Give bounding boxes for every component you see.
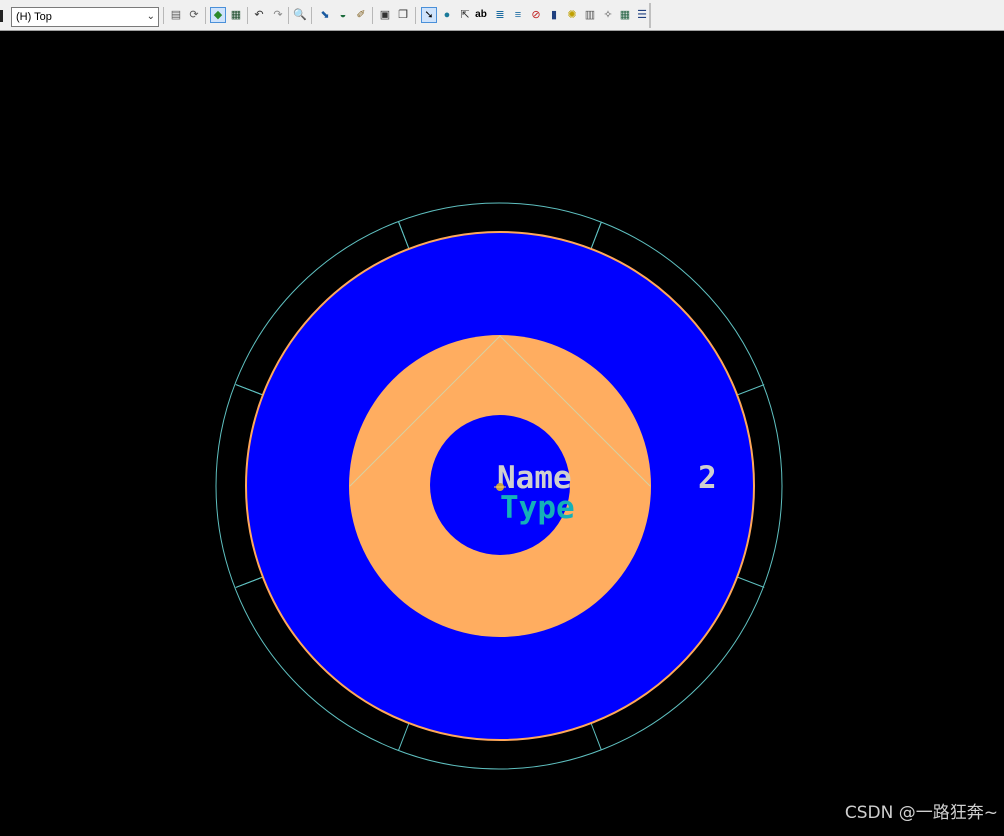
- clearance-tick: [398, 722, 410, 751]
- refresh-icon[interactable]: ⟳: [186, 7, 202, 23]
- layer-stack-icon[interactable]: ≣: [492, 7, 508, 23]
- clearance-tick: [590, 722, 602, 751]
- undo-icon[interactable]: ↶: [251, 7, 267, 23]
- layer-properties-icon[interactable]: ▤: [168, 7, 184, 23]
- burst-icon[interactable]: ✺: [564, 7, 580, 23]
- board-view-icon[interactable]: ▦: [228, 7, 244, 23]
- select-arrow-icon[interactable]: ➘: [421, 7, 437, 23]
- route-icon[interactable]: ⬊: [317, 7, 333, 23]
- watermark: CSDN @一路狂奔~: [844, 803, 998, 823]
- toolbar-separator: [372, 7, 373, 24]
- toolbar-end-divider: [649, 3, 651, 28]
- clearance-tick: [235, 576, 264, 588]
- toolbar-separator: [311, 7, 312, 24]
- no-icon[interactable]: ⊘: [528, 7, 544, 23]
- pad-type-label: Type: [500, 490, 575, 526]
- clearance-tick: [235, 384, 264, 396]
- chevron-down-icon[interactable]: ⌄: [147, 8, 155, 26]
- via-icon[interactable]: ◒: [335, 7, 351, 23]
- select-drag-icon[interactable]: ⇱: [457, 7, 473, 23]
- copy-icon[interactable]: ❐: [395, 7, 411, 23]
- toolbar-separator: [247, 7, 248, 24]
- toolbar-separator: [163, 7, 164, 24]
- clearance-tick: [736, 384, 765, 396]
- settings-icon[interactable]: ✧: [600, 7, 616, 23]
- pad-drawing: Name Type 2: [215, 202, 783, 770]
- grid-icon[interactable]: ▦: [617, 7, 633, 23]
- redo-icon[interactable]: ↷: [270, 7, 286, 23]
- text-icon[interactable]: ab: [473, 7, 489, 23]
- pin-number-label: 2: [698, 460, 717, 496]
- layer-dropdown[interactable]: (H) Top ⌄: [11, 7, 159, 27]
- clearance-tick: [736, 576, 765, 588]
- toolbar-separator: [415, 7, 416, 24]
- pcb-canvas[interactable]: Name Type 2: [0, 31, 1004, 831]
- layer-dropdown-value: (H) Top: [16, 11, 52, 23]
- toolbar: (H) Top ⌄ ▤ ⟳ ◆ ▦ ↶ ↷ 🔍 ⬊ ◒ ✐ ▣ ❐ ➘ ● ⇱ ab ≣ ≡ ⊘ ▮ ✺ ▥ ✧ ▦ ☰: [0, 0, 1004, 31]
- toolbar-grip[interactable]: [0, 10, 3, 22]
- clearance-tick: [398, 221, 410, 250]
- brush-icon[interactable]: ✐: [353, 7, 369, 23]
- component-icon[interactable]: ▣: [377, 7, 393, 23]
- design-rules-icon[interactable]: ◆: [210, 7, 226, 23]
- list-icon[interactable]: ☰: [634, 7, 650, 23]
- table-edit-icon[interactable]: ▥: [582, 7, 598, 23]
- toolbar-separator: [205, 7, 206, 24]
- clearance-tick: [590, 221, 602, 250]
- pins-icon[interactable]: ▮: [546, 7, 562, 23]
- zoom-icon[interactable]: 🔍: [292, 7, 308, 23]
- toolbar-separator: [288, 7, 289, 24]
- layers-icon[interactable]: ≡: [510, 7, 526, 23]
- globe-icon[interactable]: ●: [439, 7, 455, 23]
